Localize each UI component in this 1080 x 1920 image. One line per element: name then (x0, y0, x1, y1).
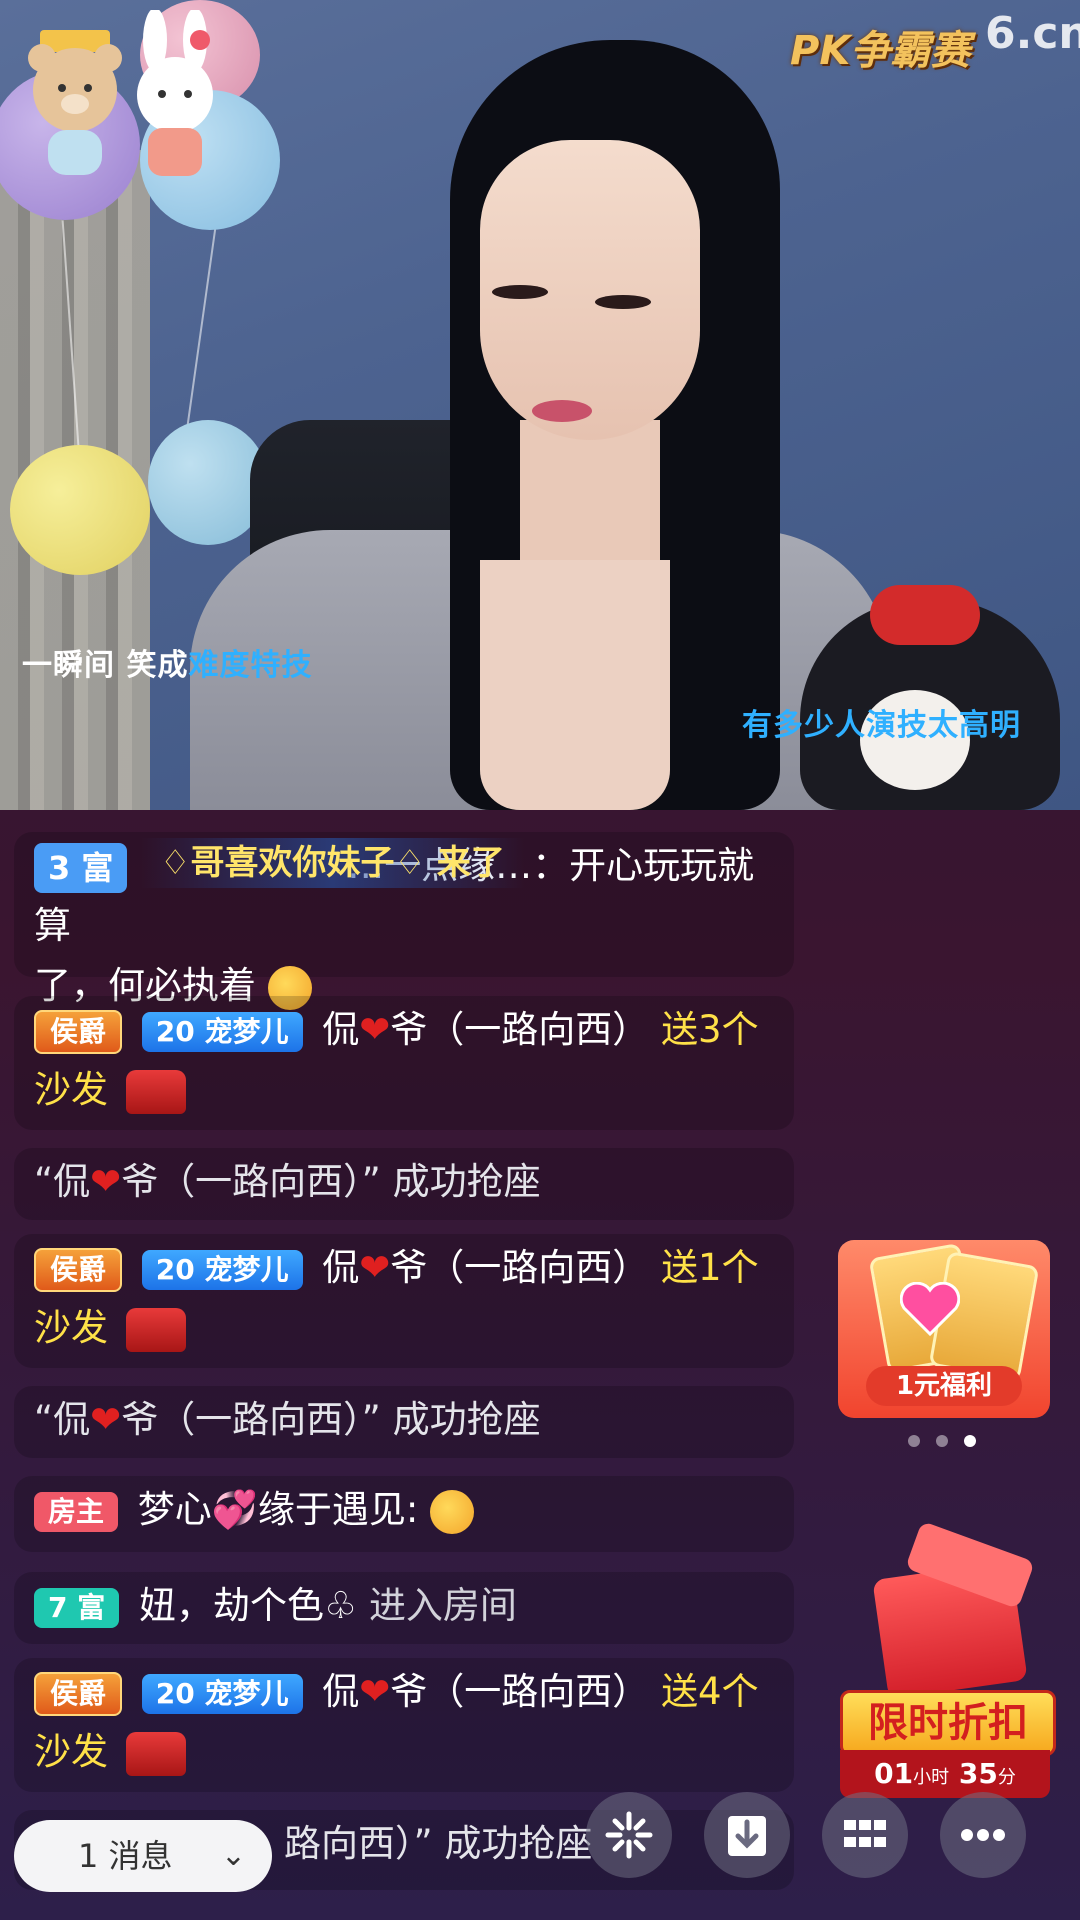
pet-name: 宠梦儿 (204, 1676, 289, 1710)
chat-message[interactable]: 侯爵 20 宠梦儿 侃❤爷（一路向西） 送3个 沙发 (14, 996, 794, 1130)
discount-promo[interactable]: 限时折扣 01小时 35分 (840, 1520, 1056, 1810)
plush-doll-bow (870, 585, 980, 645)
gift-item: 沙发 (34, 1306, 108, 1349)
download-button[interactable] (704, 1792, 790, 1878)
sender-name-a: 侃 (322, 1670, 360, 1713)
gift-item: 沙发 (34, 1068, 108, 1111)
discount-timer: 01小时 35分 (840, 1750, 1050, 1798)
sofa-icon (125, 1307, 186, 1352)
pet-badge: 20 宠梦儿 (141, 1249, 303, 1290)
sender-name[interactable]: 妞，劫个色♧ (139, 1584, 357, 1627)
pet-name: 宠梦儿 (204, 1252, 289, 1286)
timer-minutes: 35 (958, 1757, 998, 1790)
noble-badge: 侯爵 (34, 1009, 123, 1054)
welfare-label: 1元福利 (866, 1366, 1022, 1406)
timer-minutes-unit: 分 (997, 1767, 1016, 1788)
chat-message[interactable]: 房主 梦心💞缘于遇见: (14, 1476, 794, 1552)
streamer-eye (492, 285, 548, 299)
sender-name[interactable]: 侃❤爷（一路向西） (322, 1246, 649, 1289)
system-text-b: 路向西）” 成功抢座 (284, 1822, 593, 1865)
streamer-lips (532, 400, 592, 422)
sender-name-b: 爷（一路向西） (390, 1670, 650, 1713)
sender-name-b: 爷（一路向西） (390, 1008, 650, 1051)
lyric-line-1-b: 难度特技 (188, 648, 313, 683)
pet-name: 宠梦儿 (204, 1014, 289, 1048)
enter-room-text: 进入房间 (368, 1584, 517, 1627)
balloon-yellow (10, 445, 150, 575)
chat-message[interactable]: “侃❤爷（一路向西）” 成功抢座 (14, 1148, 794, 1220)
carousel-dot[interactable] (936, 1435, 948, 1447)
sender-name[interactable]: 侃❤爷（一路向西） (322, 1008, 649, 1051)
system-text-b: 爷（一路向西）” 成功抢座 (121, 1160, 541, 1203)
bunny-sticker-icon (137, 10, 213, 176)
sender-name[interactable]: 侃❤爷（一路向西） (322, 1670, 649, 1713)
pet-level: 20 (155, 1252, 195, 1286)
sender-name-a: 侃 (322, 1246, 360, 1289)
pet-level: 20 (155, 1014, 195, 1048)
streamer-chest (480, 560, 670, 810)
message-label: 消息 (108, 1837, 173, 1875)
streamer-neck (520, 420, 660, 580)
more-button[interactable] (940, 1792, 1026, 1878)
timer-hours: 01 (874, 1757, 914, 1790)
gift-count: 送4个 (661, 1670, 759, 1713)
bear-sticker-icon (28, 30, 122, 175)
pet-level: 20 (155, 1676, 195, 1710)
pet-badge: 20 宠梦儿 (141, 1011, 303, 1052)
rich-badge: 7 富 (34, 1587, 120, 1628)
heart-icon: ❤ (359, 1670, 391, 1713)
sofa-icon (125, 1731, 186, 1776)
message-text: 梦心💞缘于遇见: (137, 1488, 419, 1531)
heart-icon: ❤ (359, 1008, 391, 1051)
lyric-line-1: 一瞬间 笑成难度特技 (22, 640, 312, 684)
pet-badge: 20 宠梦儿 (141, 1673, 303, 1714)
chat-message[interactable]: 侯爵 20 宠梦儿 侃❤爷（一路向西） 送4个 沙发 (14, 1658, 794, 1792)
pk-watermark: PK争霸赛 (790, 28, 971, 74)
system-text-b: 爷（一路向西）” 成功抢座 (121, 1398, 541, 1441)
grid-icon (844, 1820, 886, 1847)
live-video[interactable]: PK争霸赛 6.cn 一瞬间 笑成难度特技 有多少人演技太高明 (0, 0, 1080, 810)
sparkle-icon (605, 1811, 653, 1859)
more-icon (961, 1829, 1005, 1841)
thinking-emoji-icon (430, 1489, 475, 1534)
carousel-dots (908, 1432, 992, 1451)
discount-title: 限时折扣 (840, 1690, 1056, 1756)
noble-badge: 侯爵 (34, 1671, 123, 1716)
heart-icon: ❤ (90, 1160, 122, 1203)
gift-count: 送3个 (661, 1008, 759, 1051)
timer-hours-unit: 小时 (913, 1767, 950, 1788)
noble-badge: 侯爵 (34, 1247, 123, 1292)
rich-badge: 3 富 (34, 842, 128, 893)
heart-icon (900, 1282, 960, 1336)
gift-count: 送1个 (661, 1246, 759, 1289)
streamer-eye (595, 295, 651, 309)
lyric-line-2: 有多少人演技太高明 (742, 708, 1021, 743)
download-icon (728, 1816, 766, 1856)
message-count: 1 (78, 1837, 99, 1875)
message-toggle-button[interactable]: 1 消息 ⌄ (14, 1820, 272, 1892)
sofa-icon (125, 1069, 186, 1114)
heart-icon: ❤ (359, 1246, 391, 1289)
menu-grid-button[interactable] (822, 1792, 908, 1878)
welfare-promo[interactable]: 1元福利 (838, 1240, 1050, 1418)
sparkle-button[interactable] (586, 1792, 672, 1878)
system-text-a: “侃 (34, 1398, 91, 1441)
chevron-down-icon: ⌄ (220, 1838, 246, 1873)
heart-icon: ❤ (90, 1398, 122, 1441)
gift-item: 沙发 (34, 1730, 108, 1773)
carousel-dot[interactable] (908, 1435, 920, 1447)
carousel-dot-active[interactable] (964, 1435, 976, 1447)
lyric-line-1-a: 一瞬间 笑成 (22, 648, 189, 683)
sender-name-a: 侃 (322, 1008, 360, 1051)
balloon-string (184, 220, 218, 440)
chat-message[interactable]: 侯爵 20 宠梦儿 侃❤爷（一路向西） 送1个 沙发 (14, 1234, 794, 1368)
chat-message[interactable]: 7 富 妞，劫个色♧ 进入房间 (14, 1572, 794, 1644)
system-text-a: “侃 (34, 1160, 91, 1203)
sender-name-b: 爷（一路向西） (390, 1246, 650, 1289)
host-badge: 房主 (34, 1491, 119, 1532)
chat-message[interactable]: “侃❤爷（一路向西）” 成功抢座 (14, 1386, 794, 1458)
entry-banner: ♢哥喜欢你妹子♢ 来了 (140, 838, 525, 888)
site-logo: 6.cn (985, 8, 1080, 59)
